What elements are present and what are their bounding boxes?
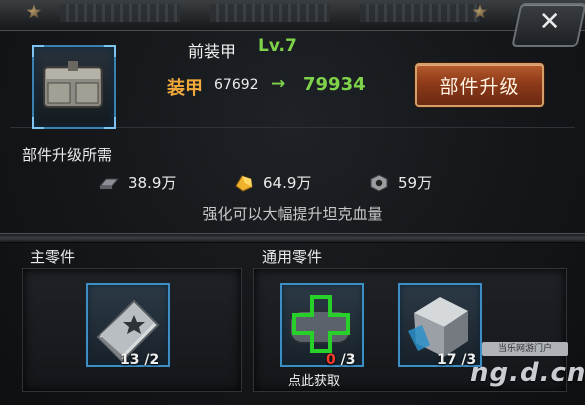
top-decor-band xyxy=(0,0,585,31)
arrow-right-icon: → xyxy=(271,74,286,94)
common-parts-title: 通用零件 xyxy=(262,248,323,266)
close-icon: ✕ xyxy=(538,7,561,37)
section-divider xyxy=(0,233,585,243)
main-part-count: 13 /2 xyxy=(120,352,159,368)
star-stud-icon xyxy=(26,4,42,19)
watermark-top: 当乐网游门户 xyxy=(482,342,568,356)
stat-current-value: 67692 xyxy=(214,77,259,93)
requirement-value: 38.9万 xyxy=(128,174,177,192)
item-icon-frame xyxy=(32,45,116,129)
watermark-main: ng.d.cn xyxy=(470,358,585,388)
main-parts-title: 主零件 xyxy=(30,248,76,266)
item-name: 前装甲 xyxy=(188,42,237,61)
requirement-value: 64.9万 xyxy=(263,174,312,192)
stat-next-value: 79934 xyxy=(303,74,366,95)
owned-count: 13 xyxy=(120,352,140,368)
upgrade-panel: ✕ 前装甲 Lv.7 装甲 67692 → 79934 部件升级 部件升级所需 … xyxy=(0,0,585,405)
tread-decor xyxy=(210,4,330,22)
requirements-title: 部件升级所需 xyxy=(22,146,113,164)
get-part-link[interactable]: 点此获取 xyxy=(288,370,340,389)
needed-count: /3 xyxy=(340,352,356,368)
watermark: 当乐网游门户 ng.d.cn xyxy=(470,342,585,392)
gold-ore-icon xyxy=(235,174,253,192)
stat-label: 装甲 xyxy=(167,78,203,99)
requirement-iron: 38.9万 xyxy=(98,172,176,193)
front-armor-icon xyxy=(43,61,103,108)
requirement-value: 59万 xyxy=(398,174,433,192)
requirement-nut: 59万 xyxy=(368,172,432,193)
nut-icon xyxy=(370,173,388,192)
tread-decor xyxy=(360,4,480,22)
upgrade-hint: 强化可以大幅提升坦克血量 xyxy=(202,205,383,223)
upgrade-part-button[interactable]: 部件升级 xyxy=(415,63,544,107)
tread-decor xyxy=(60,4,180,22)
requirement-gold: 64.9万 xyxy=(233,172,311,193)
needed-count: /2 xyxy=(144,352,160,368)
owned-count: 17 xyxy=(437,352,457,368)
owned-count: 0 xyxy=(326,352,336,368)
item-level: Lv.7 xyxy=(258,36,297,56)
common-part-count: 0 /3 xyxy=(326,352,355,368)
iron-bar-icon xyxy=(98,178,120,189)
